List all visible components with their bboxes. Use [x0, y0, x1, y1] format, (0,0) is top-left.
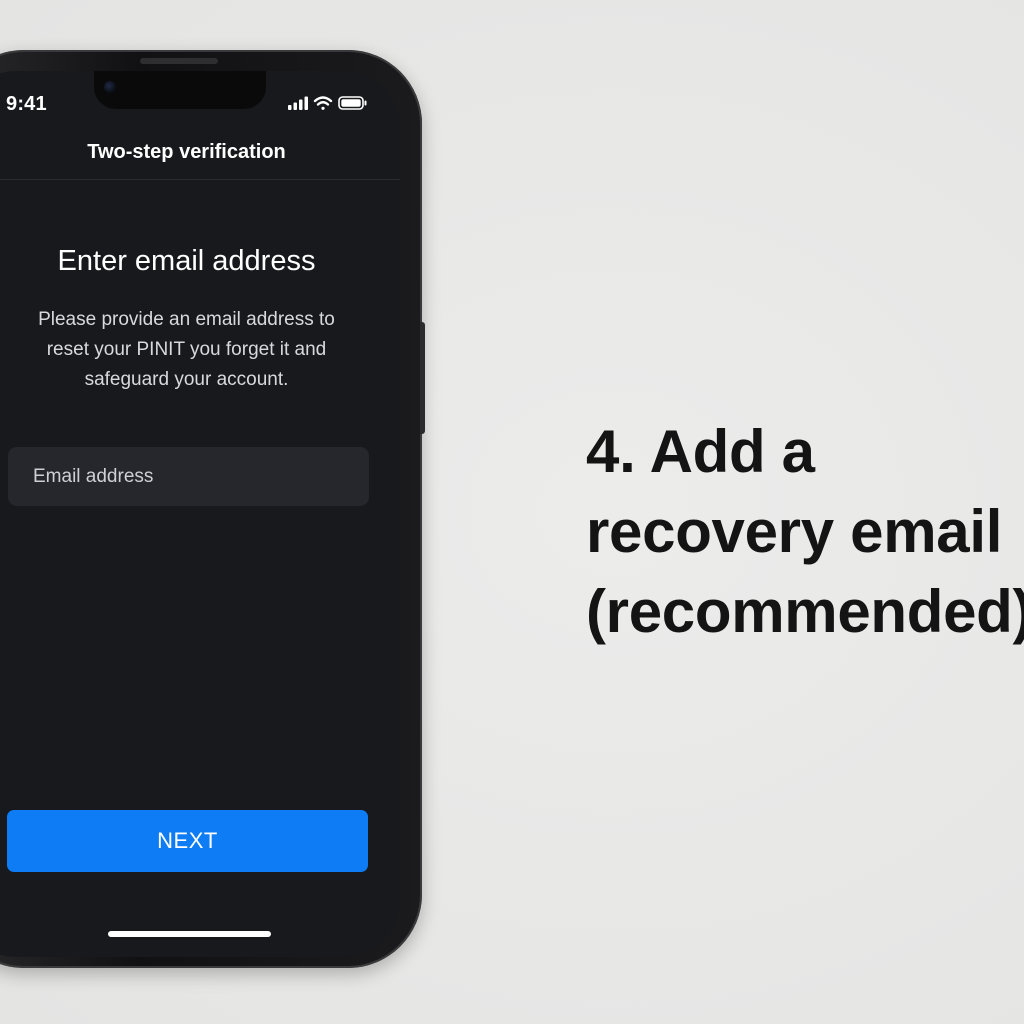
caption-line-2: recovery email	[586, 498, 1003, 565]
page-heading: Enter email address	[57, 245, 316, 277]
caption-line-3: (recommended)	[586, 578, 1024, 645]
presentation-canvas: 9:41 Two-step verification Enter email a…	[0, 0, 1024, 1024]
cellular-signal-icon	[288, 96, 308, 110]
battery-icon	[338, 96, 367, 110]
phone-screen: 9:41 Two-step verification Enter email a…	[0, 71, 400, 957]
home-indicator[interactable]	[108, 931, 271, 937]
front-camera-icon	[104, 81, 116, 93]
next-button[interactable]: NEXT	[7, 810, 368, 872]
step-caption: 4. Add a recovery email (recommended)	[586, 412, 1024, 652]
caption-line-1: 4. Add a	[586, 418, 815, 485]
phone-speaker	[140, 58, 218, 64]
status-time: 9:41	[6, 93, 47, 115]
navigation-bar: Two-step verification	[0, 123, 400, 180]
page-description: Please provide an email address to reset…	[38, 309, 335, 390]
email-field[interactable]	[8, 447, 369, 506]
notch	[94, 71, 266, 109]
wifi-icon	[313, 96, 333, 110]
status-icons	[288, 96, 367, 110]
phone-side-button	[420, 322, 425, 434]
nav-title: Two-step verification	[87, 141, 286, 163]
